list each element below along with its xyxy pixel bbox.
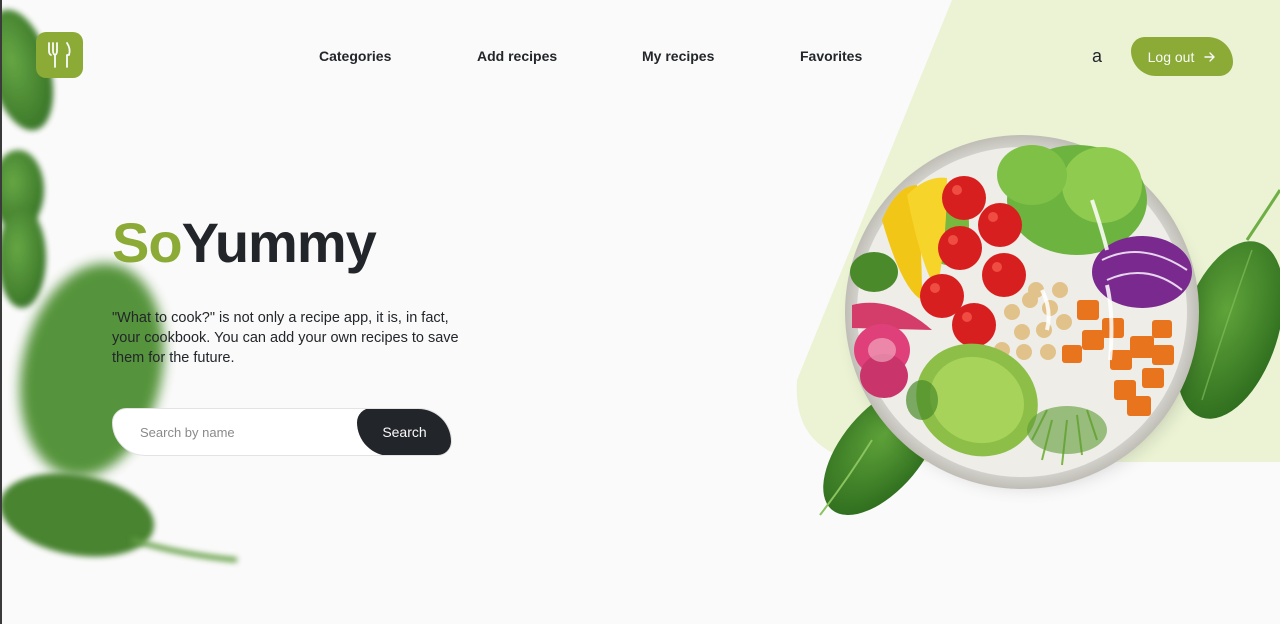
left-spinach-leaves <box>2 9 238 563</box>
fork-knife-icon <box>47 42 71 68</box>
search-button[interactable]: Search <box>357 409 451 455</box>
user-name[interactable]: a <box>1092 46 1102 67</box>
logo-button[interactable] <box>36 32 83 78</box>
nav-add-recipes[interactable]: Add recipes <box>477 48 557 64</box>
nav-categories[interactable]: Categories <box>319 48 391 64</box>
nav-favorites[interactable]: Favorites <box>800 48 862 64</box>
nav-my-recipes[interactable]: My recipes <box>642 48 714 64</box>
hero-title-rest: Yummy <box>181 211 377 274</box>
page: Categories Add recipes My recipes Favori… <box>0 0 1280 624</box>
search-input[interactable] <box>113 409 363 455</box>
arrow-right-icon <box>1204 51 1216 62</box>
hero-description: "What to cook?" is not only a recipe app… <box>112 310 459 366</box>
search-form: Search <box>112 408 452 456</box>
logout-button[interactable]: Log out <box>1131 37 1233 76</box>
hero-title: SoYummy <box>112 210 377 275</box>
logout-label: Log out <box>1147 48 1195 65</box>
hero-title-accent: So <box>112 211 183 274</box>
